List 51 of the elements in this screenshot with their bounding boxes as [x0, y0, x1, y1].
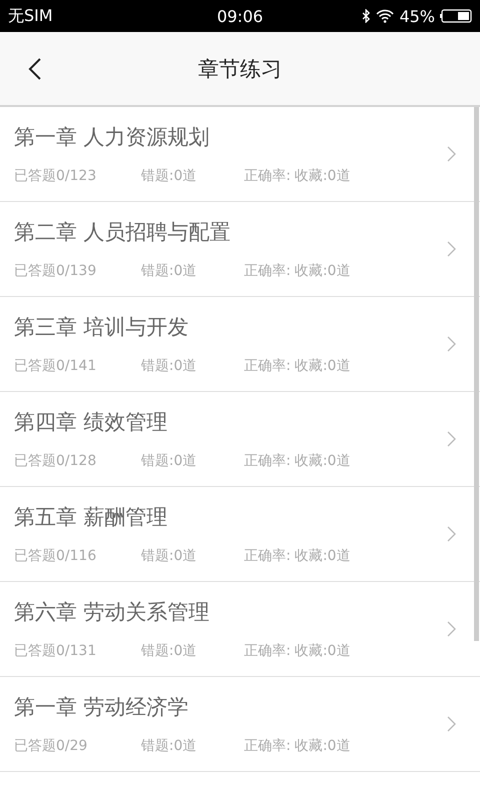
accuracy-text: 正确率: — [244, 737, 291, 755]
chapter-title: 第一章 人力资源规划 — [14, 124, 211, 151]
favorites-count: 收藏:0道 — [294, 262, 350, 280]
chapter-title: 第一章 劳动经济学 — [14, 694, 190, 721]
accuracy-text: 正确率: — [244, 452, 291, 470]
chapter-title: 第二章 人员招聘与配置 — [14, 219, 232, 246]
wrong-count: 错题:0道 — [141, 452, 198, 470]
chapter-title: 第三章 培训与开发 — [14, 314, 190, 341]
clock-text: 09:06 — [216, 6, 264, 26]
accuracy-text: 正确率: — [244, 262, 291, 280]
wrong-count: 错题:0道 — [141, 547, 198, 565]
chapter-title: 第六章 劳动关系管理 — [14, 599, 211, 626]
battery-icon — [440, 9, 472, 23]
chevron-right-icon — [447, 526, 456, 542]
wifi-icon — [376, 9, 394, 23]
page-title: 章节练习 — [197, 56, 283, 82]
wrong-count: 错题:0道 — [141, 167, 198, 185]
accuracy-text: 正确率: — [244, 357, 291, 375]
wrong-count: 错题:0道 — [141, 737, 198, 755]
answered-count: 已答题0/131 — [14, 642, 98, 660]
accuracy-text: 正确率: — [244, 167, 291, 185]
answered-count: 已答题0/116 — [14, 547, 98, 565]
wrong-count: 错题:0道 — [141, 357, 198, 375]
favorites-count: 收藏:0道 — [294, 452, 350, 470]
chapter-title: 第五章 薪酬管理 — [14, 504, 169, 531]
favorites-count: 收藏:0道 — [294, 357, 350, 375]
answered-count: 已答题0/29 — [14, 737, 88, 755]
favorites-count: 收藏:0道 — [294, 167, 350, 185]
favorites-count: 收藏:0道 — [294, 642, 350, 660]
favorites-count: 收藏:0道 — [294, 547, 350, 565]
battery-percent: 45% — [399, 6, 435, 26]
chapter-item[interactable]: 第一章 劳动经济学 已答题0/29 错题:0道 正确率: 收藏:0道 — [0, 677, 480, 772]
answered-count: 已答题0/123 — [14, 167, 98, 185]
favorites-count: 收藏:0道 — [294, 737, 350, 755]
chevron-right-icon — [447, 146, 456, 162]
chevron-right-icon — [447, 431, 456, 447]
wrong-count: 错题:0道 — [141, 642, 198, 660]
carrier-text: 无SIM — [8, 6, 53, 26]
accuracy-text: 正确率: — [244, 547, 291, 565]
accuracy-text: 正确率: — [244, 642, 291, 660]
chevron-right-icon — [447, 336, 456, 352]
chevron-right-icon — [447, 716, 456, 732]
wrong-count: 错题:0道 — [141, 262, 198, 280]
back-icon — [28, 56, 42, 80]
chevron-right-icon — [447, 241, 456, 257]
answered-count: 已答题0/128 — [14, 452, 98, 470]
answered-count: 已答题0/141 — [14, 357, 98, 375]
chevron-right-icon — [447, 621, 456, 637]
bluetooth-icon — [362, 9, 372, 23]
answered-count: 已答题0/139 — [14, 262, 98, 280]
chapter-title: 第四章 绩效管理 — [14, 409, 169, 436]
